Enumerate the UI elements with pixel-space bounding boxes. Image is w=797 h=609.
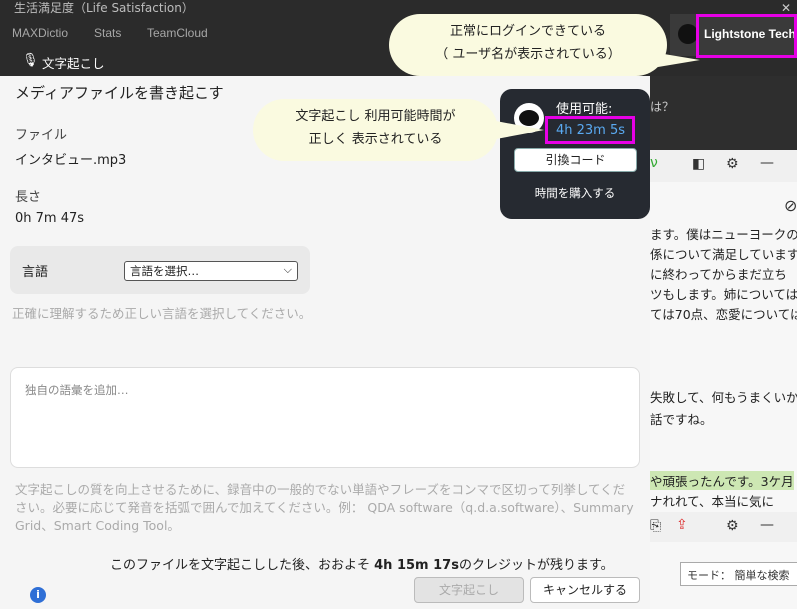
window-title-text: 生活満足度（Life Satisfaction） [14,1,194,15]
transcript-line: ます。僕はニューヨークのイ [650,227,797,242]
mode-select[interactable]: モード： 簡単な検索 [680,562,797,586]
login-callout-line1: 正常にログインできている [449,24,606,39]
file-label: ファイル [15,128,68,143]
summary-suffix: のクレジットが残ります。 [458,558,614,573]
transcript-line: 失敗して、何もうまくいかな [650,390,797,405]
language-hint: 正確に理解するため正しい言語を選択してください。 [12,306,312,321]
available-time-popup: 使用可能: 4h 23m 5s 引換コード 時間を購入する [500,89,650,219]
transcript-line: ては70点、恋愛については [650,307,797,322]
vocabulary-placeholder: 独自の語彙を追加… [25,383,129,397]
upload-icon[interactable]: ⇪ [676,517,688,533]
transcript-line: 係について満足しています。 [650,247,797,262]
summary-prefix: このファイルを文字起こしした後、おおよそ [110,558,375,573]
language-label: 言語 [22,265,49,280]
info-icon[interactable]: i [30,587,46,603]
time-highlight-box [545,116,635,144]
edit-icon[interactable]: ⊘ [784,196,797,215]
login-callout-line2: （ ユーザ名が表示されている） [435,47,621,62]
summary-credit: 4h 15m 17s [374,558,459,573]
buy-time-link[interactable]: 時間を購入する [500,185,650,201]
language-select-value: 言語を選択… [130,264,199,278]
transcript-text-area: ⊘ ます。僕はニューヨークのイ 係について満足しています。 に終わってからまだ立… [650,182,797,512]
dialog-title: 文字起こし [42,56,105,71]
language-select[interactable]: 言語を選択… ⌵ [124,261,298,281]
transcript-line: に終わってからまだ立ち [650,267,787,282]
microphone-icon: 🎙 [22,53,39,68]
language-row: 言語 言語を選択… ⌵ [10,246,310,294]
flag-icon[interactable]: ν [650,155,658,171]
time-callout-line1: 文字起こし 利用可能時間が [295,109,456,124]
menu-item-teamcloud[interactable]: TeamCloud [147,26,208,40]
dialog-heading: メディアファイルを書き起こす [15,84,224,102]
transcript-line: ナれれて、本当に気に [650,494,775,509]
menu-item-maxdictio[interactable]: MAXDictio [12,26,68,40]
file-value: インタビュー.mp3 [15,153,127,168]
time-callout: 文字起こし 利用可能時間が 正しく 表示されている [253,99,498,161]
minimize-icon[interactable]: — [760,517,774,533]
gear-icon[interactable]: ⚙ [726,518,739,534]
transcribe-button[interactable]: 文字起こし [414,577,524,603]
question-suffix-text: は？ [650,100,675,114]
cancel-button[interactable]: キャンセルする [530,577,640,603]
menu-item-stats[interactable]: Stats [94,26,121,40]
chevron-down-icon: ⌵ [283,263,292,276]
length-value: 0h 7m 47s [15,211,85,226]
length-label: 長さ [15,190,42,205]
minimize-icon[interactable]: — [760,155,774,171]
document-toolbar: ν ◧ ⚙ — [650,150,797,182]
available-label: 使用可能: [556,102,613,117]
vocabulary-input[interactable]: 独自の語彙を追加… [10,367,640,468]
paste-icon[interactable]: ⎘ [650,518,661,534]
login-callout: 正常にログインできている （ ユーザ名が表示されている） [389,14,667,76]
username-highlight-box [696,14,797,58]
transcript-line: ツもします。姉については… [650,287,797,302]
mode-area: モード： 簡単な検索 [650,542,797,609]
transcript-line-highlighted: や頑張ったんです。3ケ月 [650,471,794,490]
credit-summary: このファイルを文字起こしした後、おおよそ 4h 15m 17sのクレジットが残り… [110,554,614,573]
time-callout-line2: 正しく 表示されている [308,132,443,147]
vocabulary-help-text: 文字起こしの質を向上させるために、録音中の一般的でない単語やフレーズをコンマで区… [15,482,634,533]
gear-icon[interactable]: ⚙ [726,156,739,172]
transcript-line: 話ですね。 [650,412,713,427]
secondary-toolbar: ⎘ ⇪ ⚙ — [650,512,797,542]
panel-toggle-icon[interactable]: ◧ [692,156,705,172]
